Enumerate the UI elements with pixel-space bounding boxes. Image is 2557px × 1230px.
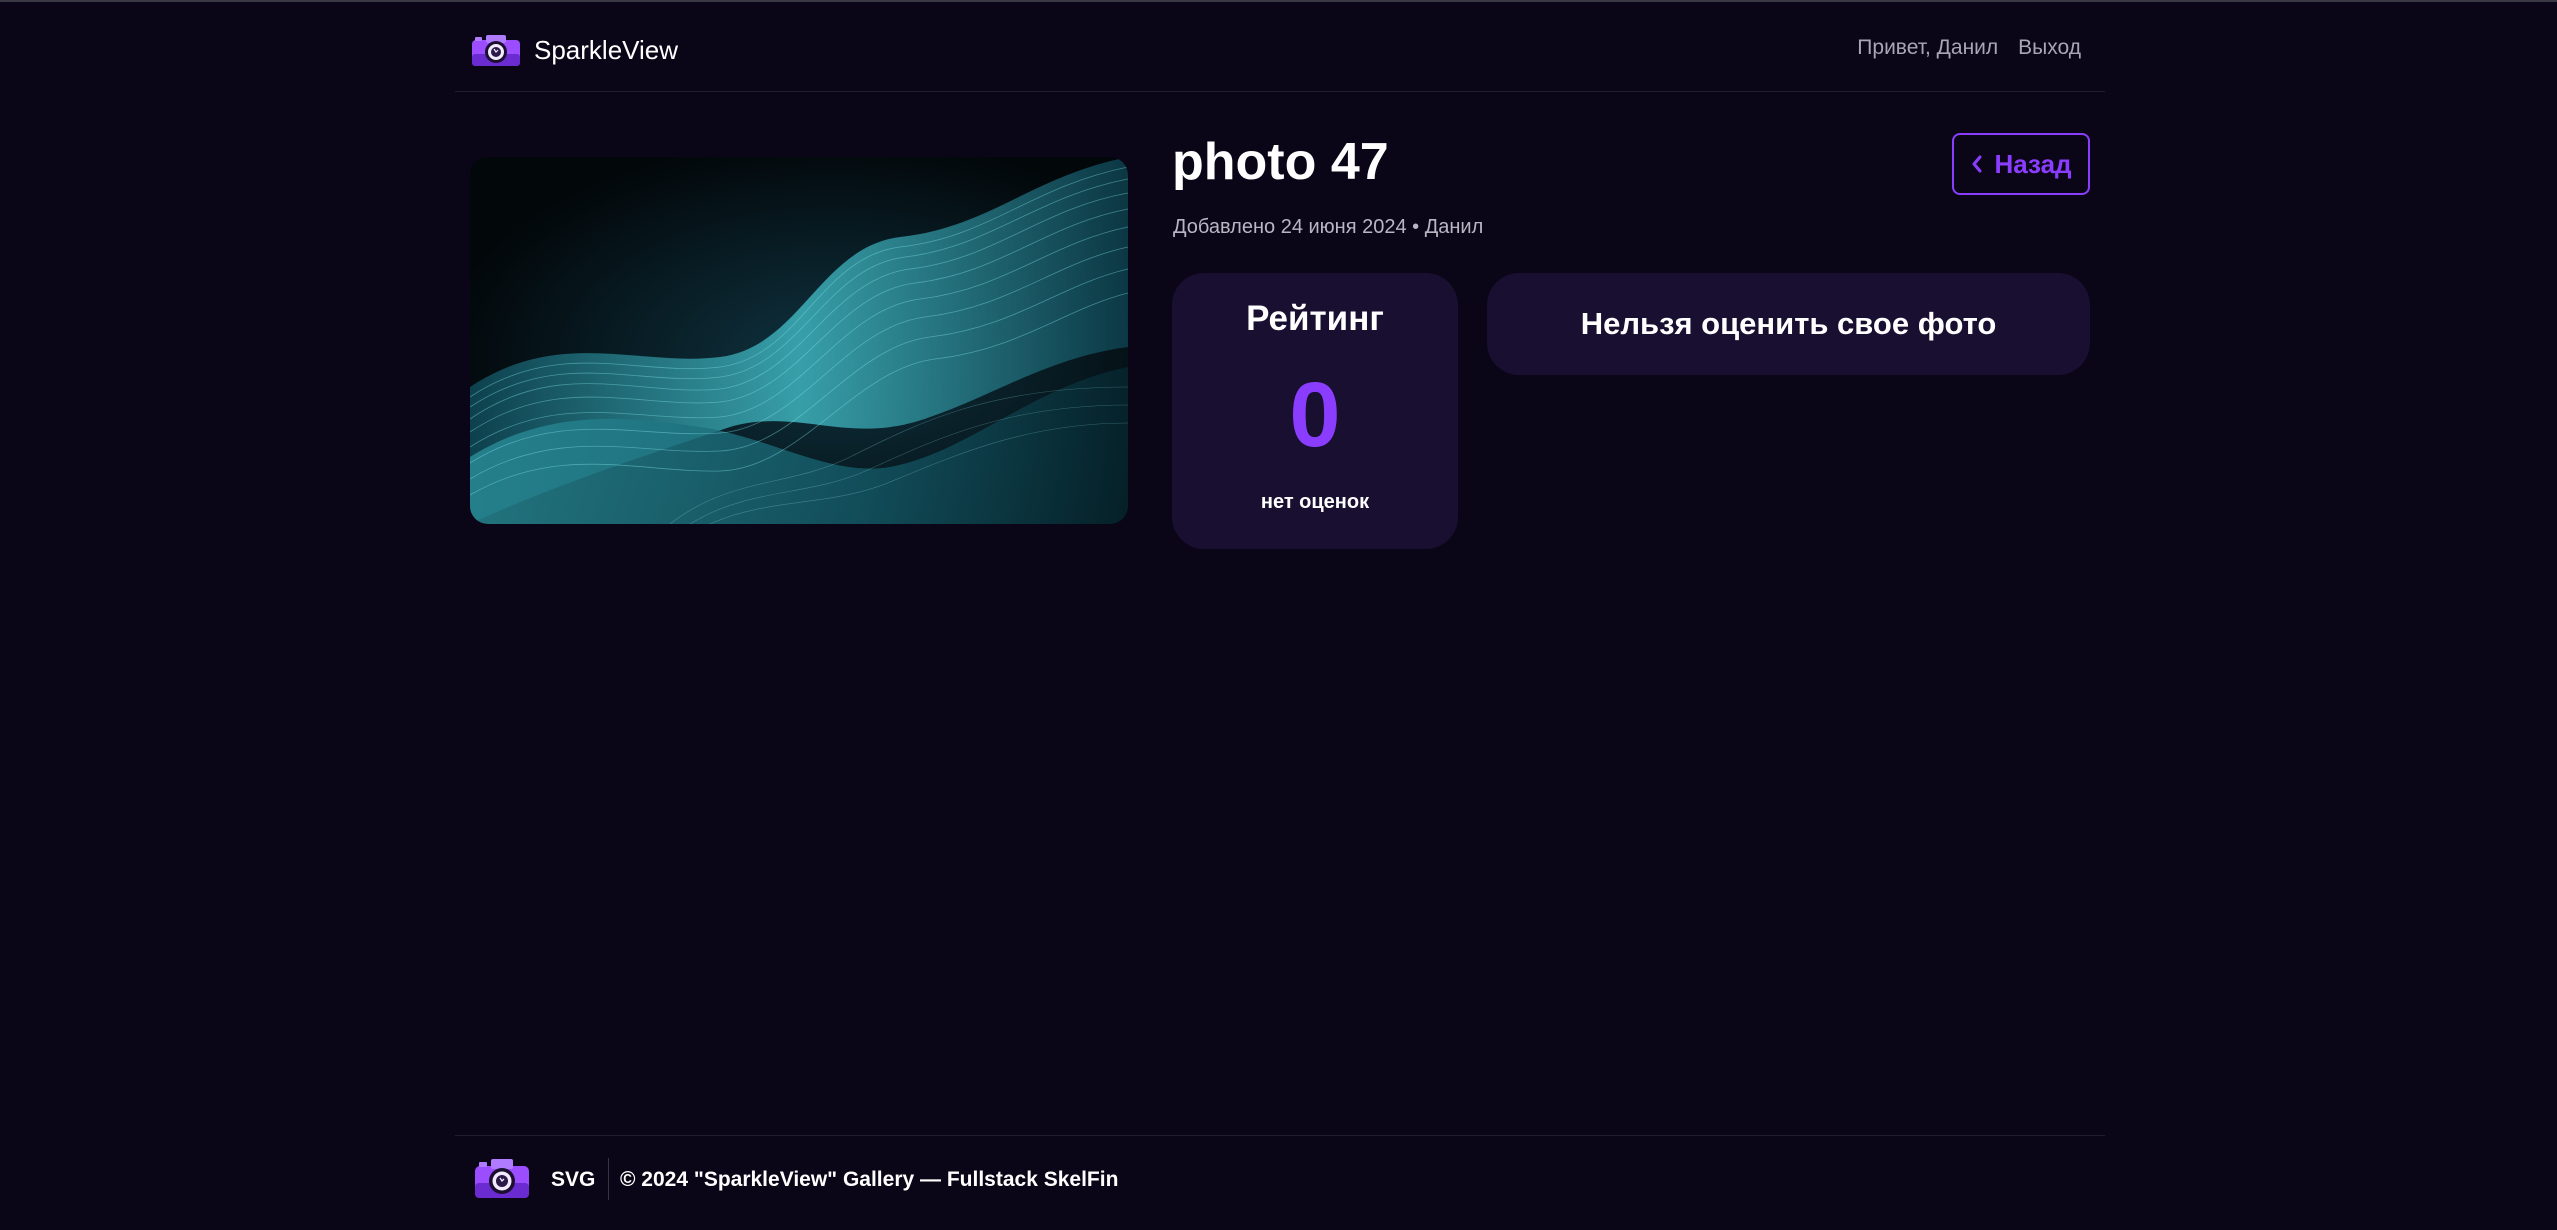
brand-name: SparkleView xyxy=(534,34,679,65)
cannot-rate-notice: Нельзя оценить свое фото xyxy=(1487,273,2090,375)
back-button[interactable]: Назад xyxy=(1952,133,2090,195)
rating-title: Рейтинг xyxy=(1246,299,1384,338)
back-button-label: Назад xyxy=(1994,148,2072,179)
top-nav: Привет, Данил Выход xyxy=(1857,36,2081,60)
site-header: SparkleView Привет, Данил Выход xyxy=(455,2,2105,92)
photo-meta: Добавлено 24 июня 2024 • Данил xyxy=(1173,216,1484,238)
site-footer: SVG © 2024 "SparkleView" Gallery — Fulls… xyxy=(455,1135,2105,1230)
photo-image xyxy=(470,157,1128,524)
logout-link[interactable]: Выход xyxy=(2018,36,2081,60)
photo-title: photo 47 xyxy=(1172,133,1389,191)
camera-icon xyxy=(475,1159,529,1198)
footer-divider xyxy=(608,1158,609,1200)
chevron-left-icon xyxy=(1972,155,1982,173)
rating-subtitle: нет оценок xyxy=(1260,491,1370,513)
brand-link[interactable]: SparkleView xyxy=(470,30,678,70)
user-greeting-link[interactable]: Привет, Данил xyxy=(1857,36,1998,60)
footer-copyright: © 2024 "SparkleView" Gallery — Fullstack… xyxy=(620,1168,1119,1191)
rating-value: 0 xyxy=(1289,364,1341,466)
footer-svg-label: SVG xyxy=(551,1168,596,1191)
camera-icon xyxy=(472,35,520,66)
abstract-teal-waves-image xyxy=(470,157,1128,524)
rating-card: Рейтинг 0 нет оценок xyxy=(1172,273,1458,549)
